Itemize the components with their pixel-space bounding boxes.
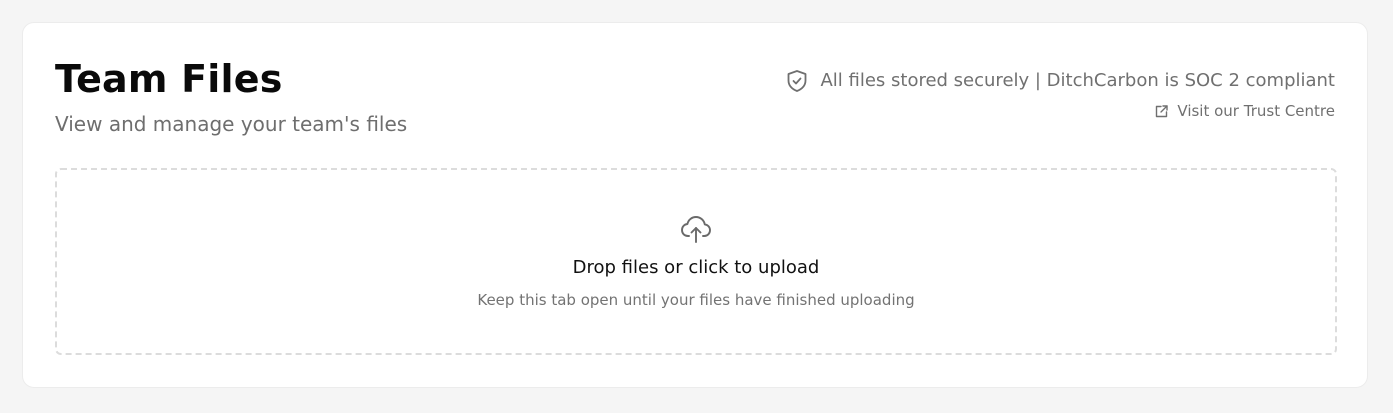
dropzone-title: Drop files or click to upload: [572, 257, 820, 278]
card-header: Team Files View and manage your team's f…: [55, 53, 1335, 143]
security-notice: All files stored securely | DitchCarbon …: [786, 69, 1335, 93]
dropzone-hint: Keep this tab open until your files have…: [477, 291, 915, 309]
trust-centre-link-label: Visit our Trust Centre: [1177, 102, 1335, 120]
shield-check-icon: [786, 69, 808, 93]
trust-centre-link[interactable]: Visit our Trust Centre: [1154, 101, 1335, 121]
page-subtitle: View and manage your team's files: [55, 112, 408, 136]
team-files-card: Team Files View and manage your team's f…: [22, 22, 1368, 388]
file-upload-dropzone[interactable]: Drop files or click to upload Keep this …: [55, 168, 1337, 355]
external-link-icon: [1154, 104, 1169, 119]
security-text: All files stored securely | DitchCarbon …: [820, 70, 1335, 91]
page-title: Team Files: [55, 57, 283, 101]
cloud-upload-icon: [680, 214, 712, 244]
